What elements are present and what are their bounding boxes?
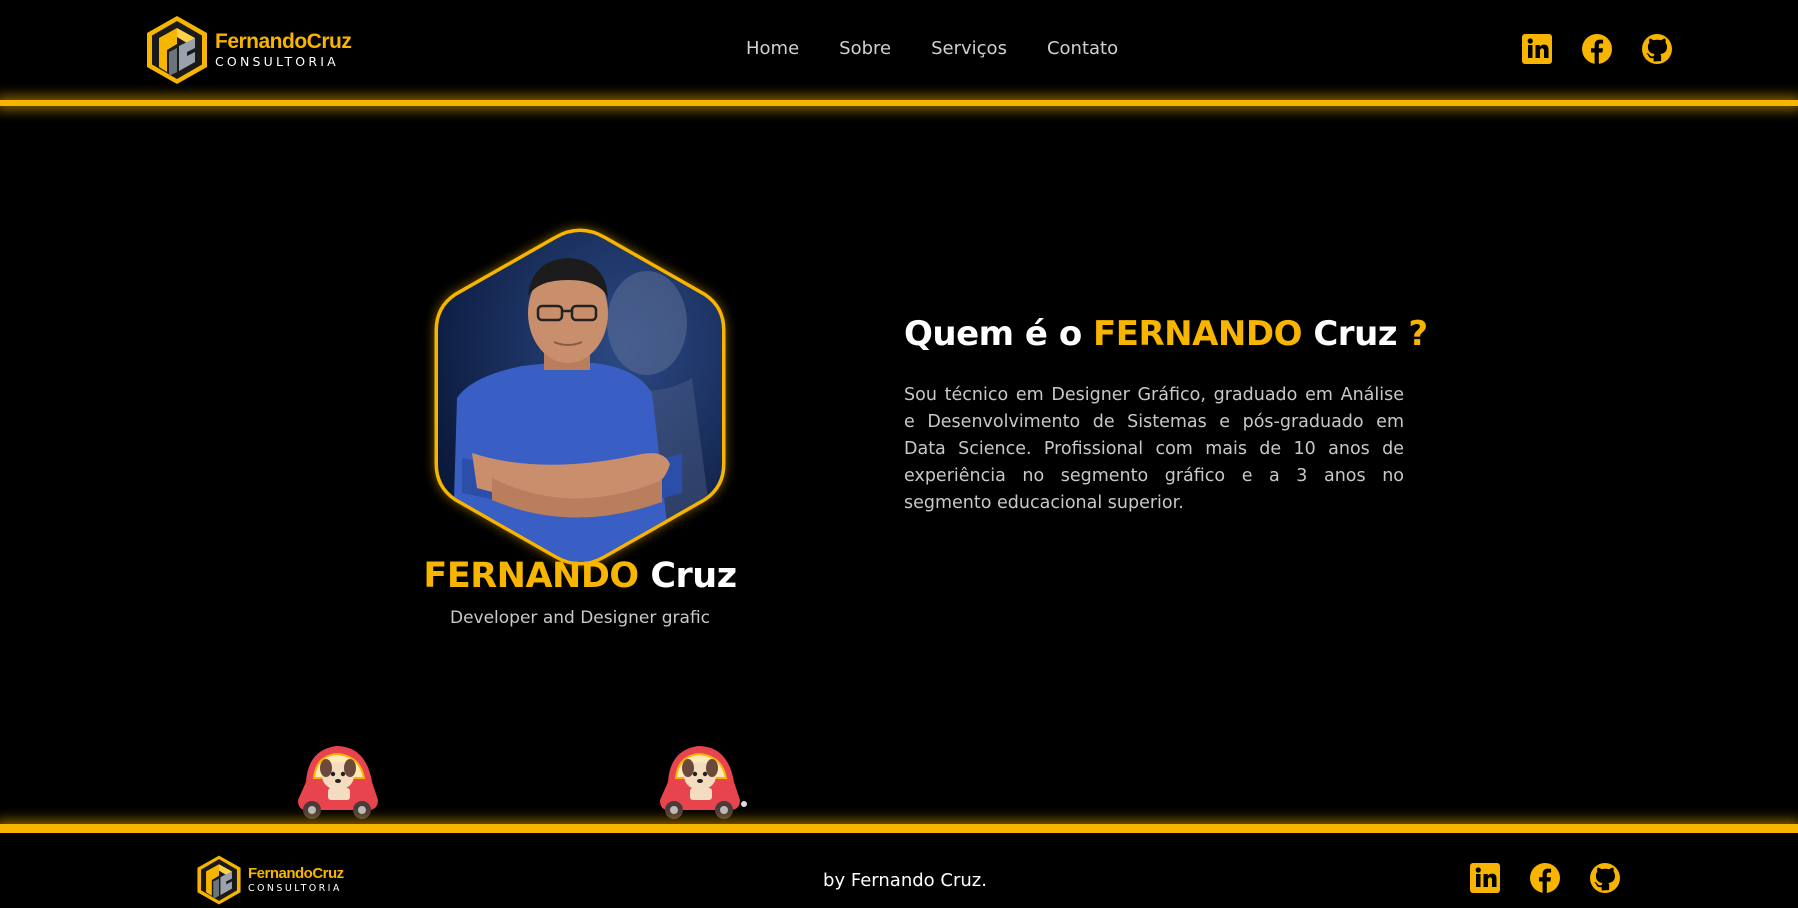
profile-role: Developer and Designer grafic	[449, 608, 711, 628]
profile-last-name: Cruz	[650, 556, 737, 596]
header-social-links	[1520, 32, 1674, 66]
logo-hexagon-icon	[197, 855, 241, 905]
header-divider	[0, 100, 1798, 106]
logo-hexagon-icon	[147, 16, 207, 84]
footer-brand-logo[interactable]: FernandoCruz CONSULTORIA	[196, 854, 344, 906]
footer-brand-tagline: CONSULTORIA	[248, 883, 342, 895]
about-title-prefix: Quem é o	[904, 314, 1082, 354]
footer-credit: by Fernando Cruz.	[823, 870, 987, 891]
footer-social-links	[1468, 861, 1622, 895]
profile-first-name: FERNANDO	[423, 556, 639, 596]
about-title-mark: ?	[1408, 314, 1428, 354]
facebook-icon[interactable]	[1580, 32, 1614, 66]
nav-servicos[interactable]: Serviços	[931, 38, 1007, 59]
about-text: Sou técnico em Designer Gráfico, graduad…	[904, 385, 1404, 513]
footer-brand-name: FernandoCruz	[248, 865, 344, 883]
brand-logo[interactable]: FernandoCruz CONSULTORIA	[145, 14, 352, 86]
linkedin-icon[interactable]	[1468, 861, 1502, 895]
dog-car-icon	[660, 746, 747, 819]
brand-tagline: CONSULTORIA	[215, 54, 339, 70]
brand-name: FernandoCruz	[215, 30, 352, 54]
dog-car-icon	[298, 746, 378, 819]
github-icon[interactable]	[1588, 861, 1622, 895]
nav-contato[interactable]: Contato	[1047, 38, 1118, 59]
about-title-suffix: Cruz	[1313, 314, 1398, 354]
about-title: Quem é o FERNANDO Cruz ?	[904, 314, 1428, 354]
facebook-icon[interactable]	[1528, 861, 1562, 895]
about-title-highlight: FERNANDO	[1093, 314, 1303, 354]
profile-name: FERNANDO Cruz	[420, 556, 740, 596]
nav-home[interactable]: Home	[746, 38, 799, 59]
profile-photo	[432, 228, 728, 566]
main-nav: Home Sobre Serviços Contato	[746, 38, 1118, 59]
footer-divider	[0, 824, 1798, 833]
nav-sobre[interactable]: Sobre	[839, 38, 891, 59]
github-icon[interactable]	[1640, 32, 1674, 66]
linkedin-icon[interactable]	[1520, 32, 1554, 66]
